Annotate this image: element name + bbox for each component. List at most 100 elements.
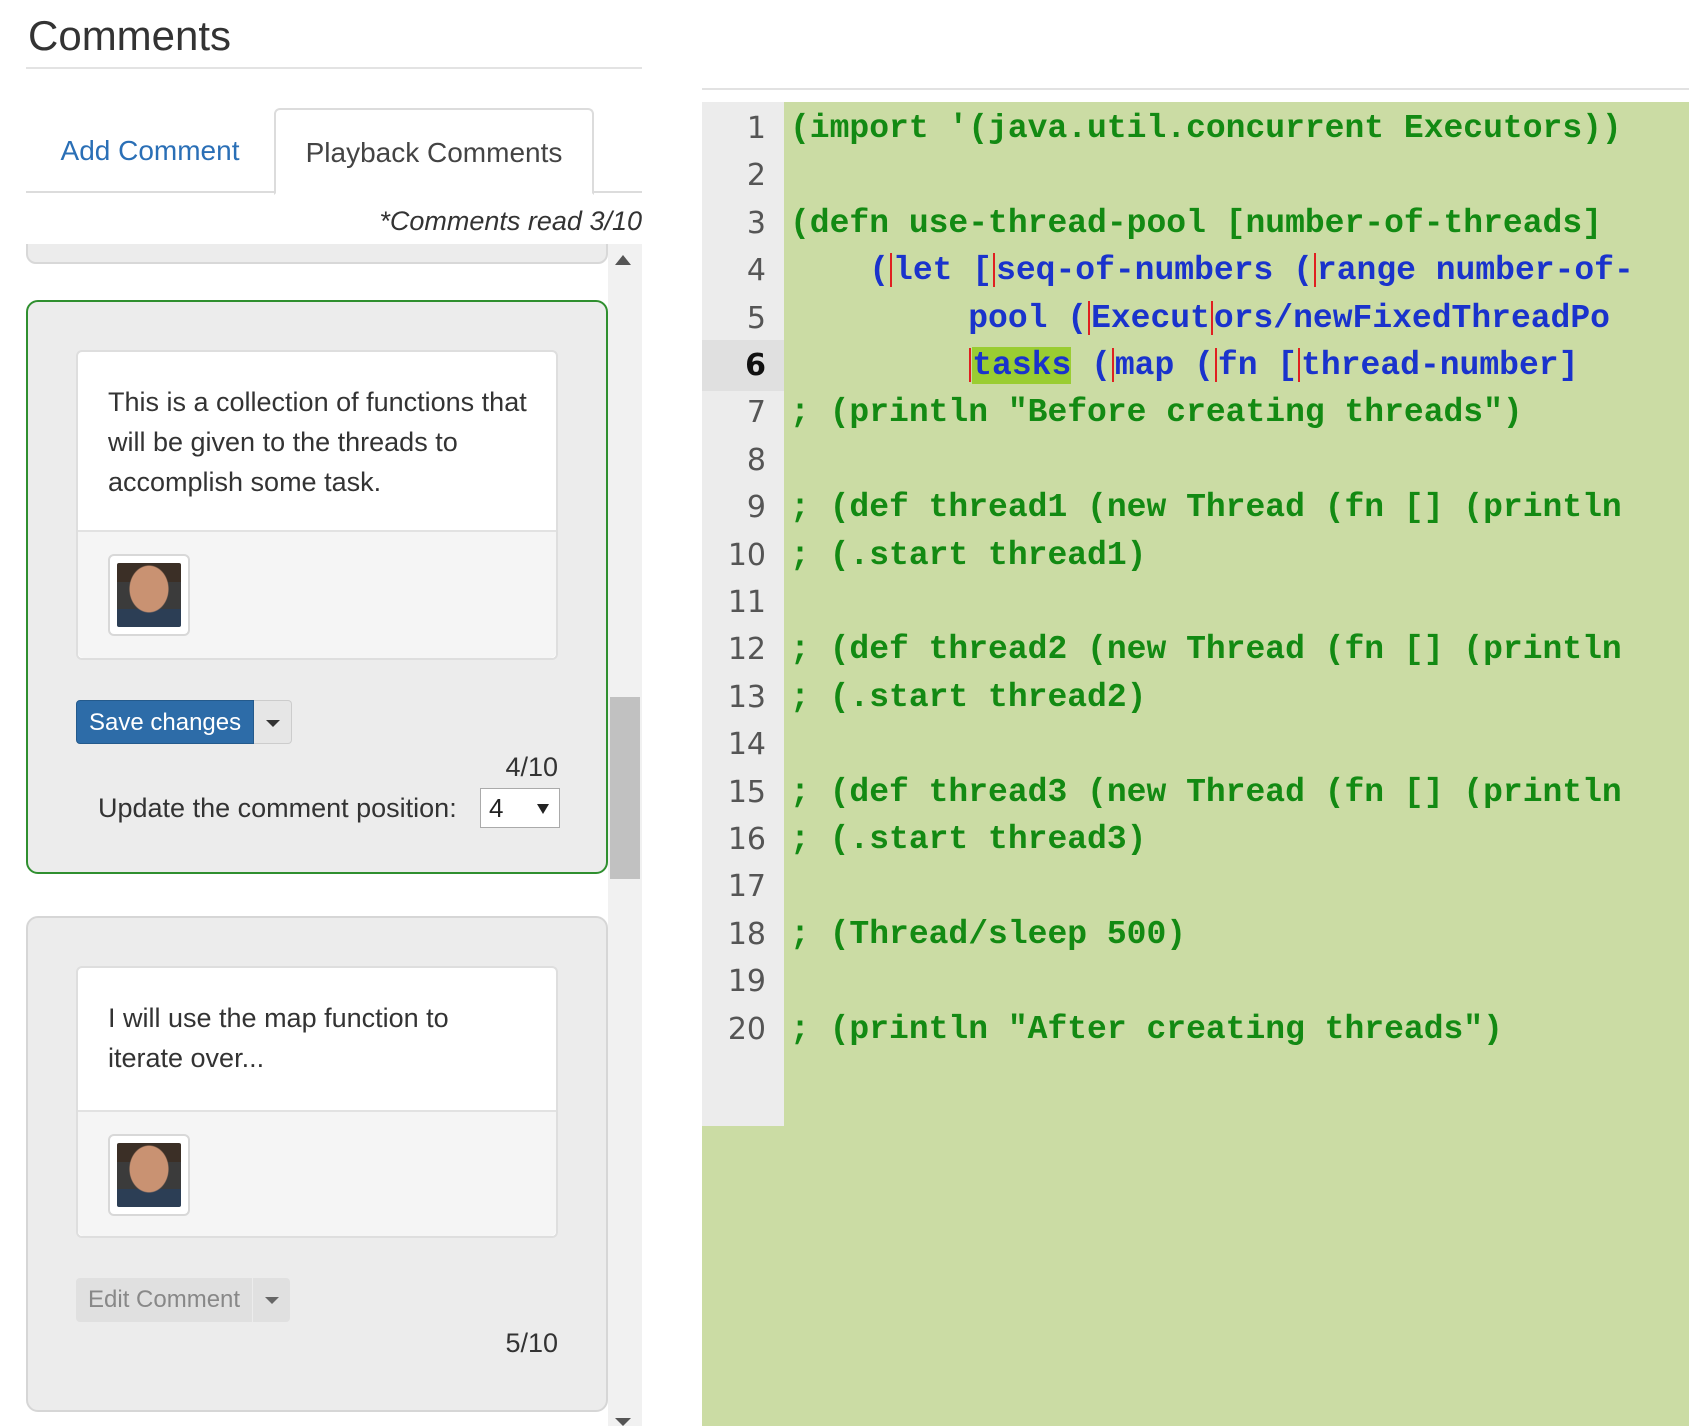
code-token: ; (def thread1 (new Thread (fn [] (print… xyxy=(790,489,1622,527)
line-number: 2 xyxy=(746,158,766,194)
text-cursor xyxy=(1313,253,1316,288)
code-editor[interactable]: 1 (import '(java.util.concurrent Executor… xyxy=(702,102,1689,1426)
code-text[interactable]: ; (def thread1 (new Thread (fn [] (print… xyxy=(790,482,1622,533)
code-token: ; (println "After creating threads") xyxy=(790,1010,1503,1048)
code-text[interactable]: ; (println "Before creating threads") xyxy=(790,387,1523,438)
comment-text: This is a collection of functions that w… xyxy=(108,387,527,497)
line-number: 16 xyxy=(727,822,766,857)
text-cursor xyxy=(1210,300,1213,335)
code-line[interactable]: 18 ; (Thread/sleep 500) xyxy=(702,909,1689,960)
author-photo xyxy=(117,1143,181,1207)
tab-add-comment[interactable]: Add Comment xyxy=(26,108,274,193)
comment-position-select[interactable]: 4 xyxy=(480,788,560,828)
code-line[interactable]: 16 ; (.start thread3) xyxy=(702,814,1689,865)
code-token: ; (Thread/sleep 500) xyxy=(790,915,1187,953)
panel-title: Comments xyxy=(28,12,232,59)
code-line[interactable]: 2 xyxy=(702,150,1689,201)
comment-footer xyxy=(78,530,556,658)
line-number: 9 xyxy=(746,490,766,526)
code-token: ; (def thread3 (new Thread (fn [] (print… xyxy=(790,773,1622,811)
comment-position-value: 4 xyxy=(489,793,504,823)
comment-card-active[interactable]: This is a collection of functions that w… xyxy=(26,300,608,874)
code-line[interactable]: 10 ; (.start thread1) xyxy=(702,530,1689,581)
code-line[interactable]: 20 ; (println "After creating threads") xyxy=(702,1004,1689,1055)
code-line[interactable]: 4 (let [seq-of-numbers (range number-of- xyxy=(702,245,1689,296)
line-number: 1 xyxy=(746,111,766,146)
line-number: 10 xyxy=(727,537,766,573)
code-text[interactable]: (import '(java.util.concurrent Executors… xyxy=(790,103,1622,154)
line-number: 17 xyxy=(727,869,766,905)
tab-playback-comments[interactable]: Playback Comments xyxy=(274,108,594,195)
comment-footer xyxy=(78,1110,556,1236)
line-number: 6 xyxy=(745,348,766,383)
code-line[interactable]: 11 xyxy=(702,577,1689,628)
code-line[interactable]: 6 tasks (map (fn [thread-number] xyxy=(702,340,1689,391)
line-number: 13 xyxy=(727,679,766,715)
code-line[interactable]: 3 (defn use-thread-pool [number-of-thread… xyxy=(702,198,1689,249)
code-text[interactable]: (let [seq-of-numbers (range number-of- xyxy=(790,245,1634,296)
avatar xyxy=(108,554,190,636)
comment-text: I will use the map function to iterate o… xyxy=(108,1003,449,1073)
code-token: ; (.start thread1) xyxy=(790,536,1147,574)
code-line[interactable]: 7 ; (println "Before creating threads") xyxy=(702,387,1689,438)
line-number: 11 xyxy=(727,585,766,620)
code-line[interactable]: 5 pool (Execut ors/newFixedThreadPo xyxy=(702,293,1689,344)
title-divider xyxy=(26,67,642,69)
code-text[interactable]: ; (.start thread3) xyxy=(790,814,1146,865)
code-line[interactable]: 9 ; (def thread1 (new Thread (fn [] (prin… xyxy=(702,482,1689,533)
code-token: ; (println "Before creating threads") xyxy=(790,394,1523,432)
code-token: ; (def thread2 (new Thread (fn [] (print… xyxy=(790,631,1622,669)
line-number: 20 xyxy=(727,1011,766,1047)
code-token: seq-of-numbers ( xyxy=(996,252,1313,290)
save-changes-button[interactable]: Save changes xyxy=(76,700,255,744)
code-token: let [ xyxy=(893,252,993,290)
line-number: 4 xyxy=(746,253,766,289)
chevron-down-icon[interactable] xyxy=(252,1278,291,1322)
editor-divider xyxy=(702,88,1689,90)
line-number: 19 xyxy=(727,964,766,1000)
code-line[interactable]: 14 xyxy=(702,719,1689,770)
save-changes-group: Save changes xyxy=(76,700,293,744)
code-token: ( xyxy=(1071,347,1111,384)
edit-comment-group: Edit Comment xyxy=(76,1278,291,1322)
text-cursor xyxy=(1111,348,1114,383)
code-line[interactable]: 1 (import '(java.util.concurrent Executor… xyxy=(702,103,1689,154)
comments-read-status: *Comments read 3/10 xyxy=(379,206,642,236)
code-text[interactable]: ; (def thread3 (new Thread (fn [] (print… xyxy=(790,767,1622,818)
text-cursor xyxy=(1214,348,1217,383)
code-line[interactable]: 17 xyxy=(702,861,1689,912)
code-line[interactable]: 8 xyxy=(702,435,1689,486)
code-text[interactable]: ; (println "After creating threads") xyxy=(790,1004,1503,1055)
code-text[interactable]: ; (.start thread2) xyxy=(790,672,1146,723)
author-photo xyxy=(117,563,181,627)
code-text[interactable]: ; (def thread2 (new Thread (fn [] (print… xyxy=(790,624,1622,675)
avatar xyxy=(108,1134,190,1216)
code-line[interactable]: 15 ; (def thread3 (new Thread (fn [] (pri… xyxy=(702,767,1689,818)
code-line[interactable]: 13 ; (.start thread2) xyxy=(702,672,1689,723)
code-token: range number-of- xyxy=(1316,252,1634,290)
code-text[interactable]: ; (.start thread1) xyxy=(790,530,1146,581)
line-number: 12 xyxy=(727,632,766,668)
edit-comment-button[interactable]: Edit Comment xyxy=(76,1278,253,1322)
highlighted-token: tasks xyxy=(972,347,1072,384)
code-text[interactable]: tasks (map (fn [thread-number] xyxy=(790,340,1578,391)
code-token: (defn use-thread-pool [number-of-threads… xyxy=(790,204,1602,242)
code-token: map ( xyxy=(1114,347,1214,384)
code-line[interactable]: 19 xyxy=(702,956,1689,1007)
previous-comment-card[interactable] xyxy=(26,244,608,264)
comment-position-label: 4/10 xyxy=(505,752,558,782)
code-line[interactable]: 12 ; (def thread2 (new Thread (fn [] (pri… xyxy=(702,624,1689,675)
text-cursor xyxy=(993,253,996,288)
code-token: ; (.start thread2) xyxy=(790,678,1147,716)
code-token: ; (.start thread3) xyxy=(790,821,1147,858)
text-cursor xyxy=(969,348,972,383)
text-cursor xyxy=(1088,300,1091,335)
comment-card[interactable]: I will use the map function to iterate o… xyxy=(26,916,608,1412)
comments-panel: Comments Add Comment Playback Comments *… xyxy=(0,0,650,1426)
code-text[interactable]: (defn use-thread-pool [number-of-threads… xyxy=(790,198,1602,249)
code-text[interactable]: pool (Execut ors/newFixedThreadPo xyxy=(790,293,1610,344)
code-text[interactable]: ; (Thread/sleep 500) xyxy=(790,909,1186,960)
chevron-down-icon[interactable] xyxy=(254,700,293,744)
code-token: Execut xyxy=(1091,299,1210,337)
